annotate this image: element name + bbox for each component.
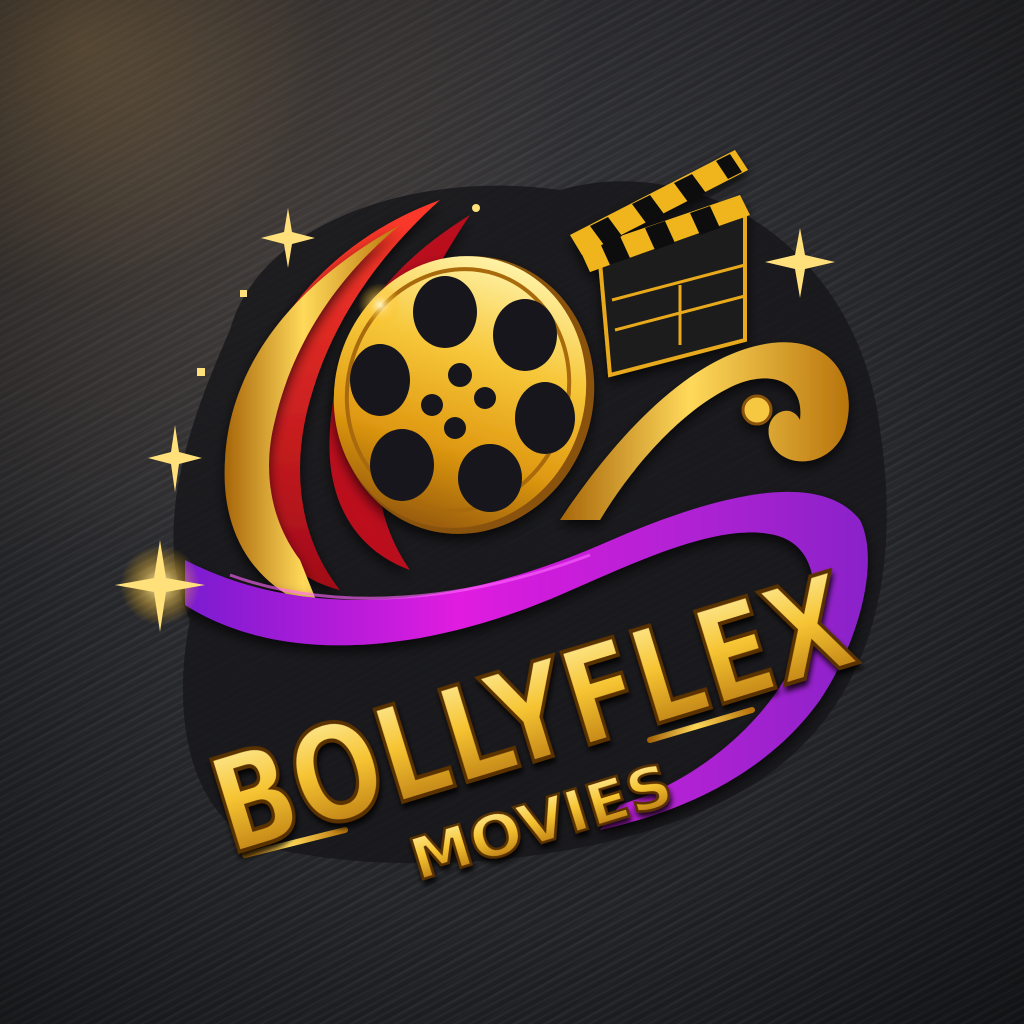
brand-text-layer: BOLLYFLEX MOVIES xyxy=(192,543,872,895)
logo-canvas: BOLLYFLEX MOVIES xyxy=(0,0,1024,1024)
